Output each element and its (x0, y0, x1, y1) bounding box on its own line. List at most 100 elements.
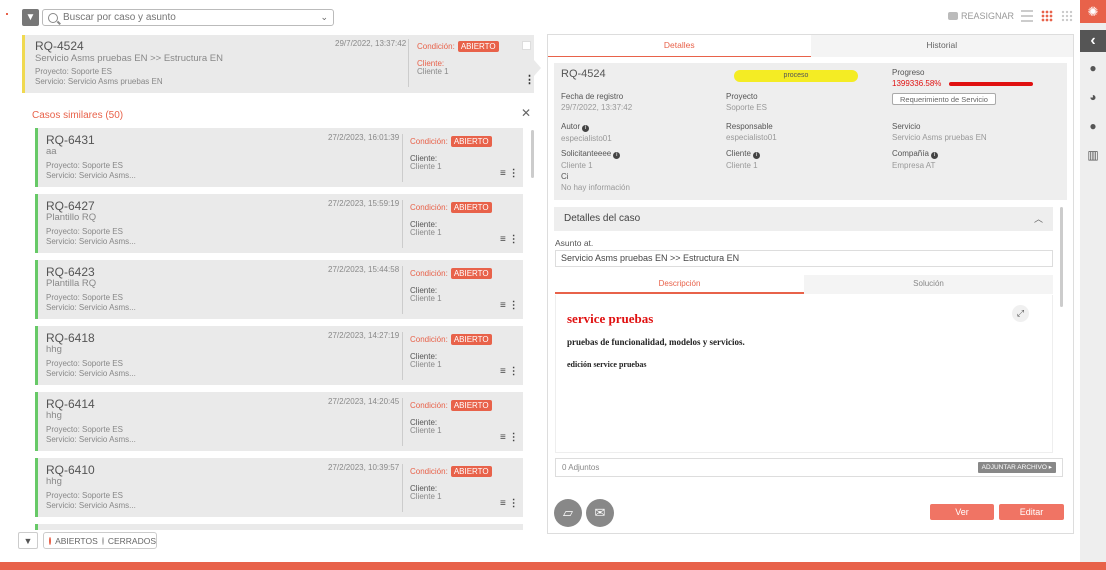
menu-icon[interactable]: ≡ ⋮ (500, 432, 519, 443)
close-icon[interactable]: ✕ (521, 106, 531, 120)
fecha-value: 29/7/2022, 13:37:42 (561, 103, 633, 112)
similar-cases-list: RQ-6431 aa Proyecto: Soporte ES Servicio… (35, 128, 524, 530)
right-sidebar: ✺ ‹ ● ◕ ● ▥ (1080, 0, 1106, 570)
case-info-box: RQ-4524 proceso Progreso 1399336.58% Req… (554, 63, 1067, 200)
back-arrow-icon[interactable]: ‹ (1080, 30, 1106, 52)
open-radio[interactable] (49, 536, 52, 545)
compact-grid-view-icon[interactable] (1061, 10, 1073, 22)
building-icon[interactable]: ▥ (1086, 148, 1100, 162)
closed-radio[interactable] (101, 536, 104, 545)
tab-historial[interactable]: Historial (811, 35, 1074, 57)
progress-field: Progreso 1399336.58% (892, 68, 941, 88)
divider (402, 332, 403, 380)
solicitante-field: Solicitanteeee i Cliente 1 (561, 149, 621, 170)
selection-pointer (534, 60, 541, 76)
person-icon[interactable]: ● (1086, 119, 1100, 133)
list-item[interactable] (35, 524, 523, 530)
note-icon[interactable]: ▱ (554, 499, 582, 527)
client-value: Cliente 1 (410, 492, 442, 501)
case-project: Proyecto: Soporte ES (46, 359, 123, 368)
case-condition: Condición: ABIERTO (410, 201, 492, 213)
chevron-down-icon[interactable]: ⌄ (320, 12, 328, 23)
expand-icon[interactable]: ⤢ (1012, 305, 1029, 322)
case-id: RQ-6410 (46, 463, 95, 477)
case-date: 29/7/2022, 13:37:42 (335, 39, 407, 48)
case-detail-panel: Detalles Historial RQ-4524 proceso Progr… (547, 34, 1074, 534)
tab-solucion[interactable]: Solución (804, 275, 1053, 294)
case-service: Servicio: Servicio Asms pruebas EN (35, 77, 163, 86)
case-details-title: Detalles del caso (564, 213, 641, 224)
ver-button[interactable]: Ver (930, 504, 994, 520)
menu-icon[interactable]: ≡ ⋮ (500, 168, 519, 179)
case-date: 27/2/2023, 10:39:57 (328, 463, 400, 472)
filter-icon[interactable]: ▼ (22, 9, 39, 26)
menu-icon[interactable]: ≡ ⋮ (500, 300, 519, 311)
case-details-header[interactable]: Detalles del caso ︿ (554, 207, 1053, 231)
app-logo-icon[interactable]: ✺ (1080, 0, 1106, 23)
servicio-value: Servicio Asms pruebas EN (892, 133, 987, 142)
case-service: Servicio: Servicio Asms... (46, 435, 136, 444)
chevron-up-icon[interactable]: ︿ (1034, 207, 1043, 231)
list-item[interactable]: RQ-6410 hhg Proyecto: Soporte ES Servici… (35, 458, 523, 517)
user-icon[interactable]: ● (1086, 61, 1100, 75)
info-icon[interactable]: i (752, 152, 760, 159)
filter-icon[interactable]: ▼ (18, 532, 38, 549)
client-value: Cliente 1 (417, 67, 449, 76)
detail-tabs: Detalles Historial (548, 35, 1073, 57)
reasignar-button[interactable]: REASIGNAR (948, 11, 1014, 21)
condition-label: Condición: (410, 335, 448, 344)
case-condition: Condición: ABIERTO (410, 333, 492, 345)
info-icon[interactable]: i (930, 152, 938, 159)
scrollbar[interactable] (531, 130, 534, 178)
list-item[interactable]: RQ-6414 hhg Proyecto: Soporte ES Servici… (35, 392, 523, 451)
description-text: pruebas de funcionalidad, modelos y serv… (567, 337, 745, 347)
list-item[interactable]: RQ-6431 aa Proyecto: Soporte ES Servicio… (35, 128, 523, 187)
compania-label: Compañía (892, 149, 929, 158)
editar-button[interactable]: Editar (999, 504, 1064, 520)
client-value: Cliente 1 (410, 360, 442, 369)
list-item[interactable]: RQ-6418 hhg Proyecto: Soporte ES Servici… (35, 326, 523, 385)
status-badge: ABIERTO (450, 466, 492, 477)
description-content[interactable]: service pruebas pruebas de funcionalidad… (555, 295, 1053, 453)
tab-detalles[interactable]: Detalles (548, 35, 811, 57)
search-input[interactable] (63, 12, 321, 23)
divider (408, 39, 409, 87)
info-icon[interactable]: i (613, 152, 621, 159)
proyecto-value: Soporte ES (726, 103, 767, 112)
description-heading: service pruebas (567, 311, 654, 326)
status-badge: ABIERTO (450, 202, 492, 213)
case-subject: hhg (46, 476, 62, 487)
list-view-icon[interactable] (1021, 10, 1033, 22)
status-badge: ABIERTO (450, 136, 492, 147)
case-project: Proyecto: Soporte ES (46, 293, 123, 302)
case-condition: Condición: ABIERTO (410, 267, 492, 279)
case-subject: aa (46, 146, 57, 157)
menu-icon[interactable]: ≡ ⋮ (500, 234, 519, 245)
divider (402, 134, 403, 182)
request-type-button[interactable]: Requerimiento de Servicio (892, 93, 996, 105)
search-box[interactable]: ⌄ (42, 9, 334, 26)
attach-file-button[interactable]: ADJUNTAR ARCHIVO ▸ (977, 462, 1056, 473)
fecha-label: Fecha de registro (561, 92, 624, 101)
tab-descripcion[interactable]: Descripción (555, 275, 804, 294)
client-value: Cliente 1 (410, 162, 442, 171)
asunto-field[interactable]: Servicio Asms pruebas EN >> Estructura E… (555, 250, 1053, 267)
user-chat-icon[interactable]: ◕ (1086, 90, 1100, 104)
client-value: Cliente 1 (410, 228, 442, 237)
list-item[interactable]: RQ-6427 Plantillo RQ Proyecto: Soporte E… (35, 194, 523, 253)
selected-case-card[interactable]: RQ-4524 Servicio Asms pruebas EN >> Estr… (22, 35, 535, 93)
select-checkbox[interactable] (522, 41, 531, 50)
divider (402, 464, 403, 512)
scrollbar[interactable] (1060, 207, 1063, 307)
mail-icon[interactable]: ✉ (586, 499, 614, 527)
case-subject: Servicio Asms pruebas EN >> Estructura E… (35, 53, 223, 64)
grid-view-icon[interactable] (1041, 10, 1053, 22)
servicio-field: Servicio Servicio Asms pruebas EN (892, 122, 987, 142)
info-icon[interactable]: i (582, 125, 590, 132)
menu-icon[interactable]: ≡ ⋮ (500, 498, 519, 509)
case-project: Proyecto: Soporte ES (46, 161, 123, 170)
ci-field: Ci No hay información (561, 172, 630, 192)
list-item[interactable]: RQ-6423 Plantilla RQ Proyecto: Soporte E… (35, 260, 523, 319)
case-condition: Condición: ABIERTO (410, 399, 492, 411)
menu-icon[interactable]: ≡ ⋮ (500, 366, 519, 377)
